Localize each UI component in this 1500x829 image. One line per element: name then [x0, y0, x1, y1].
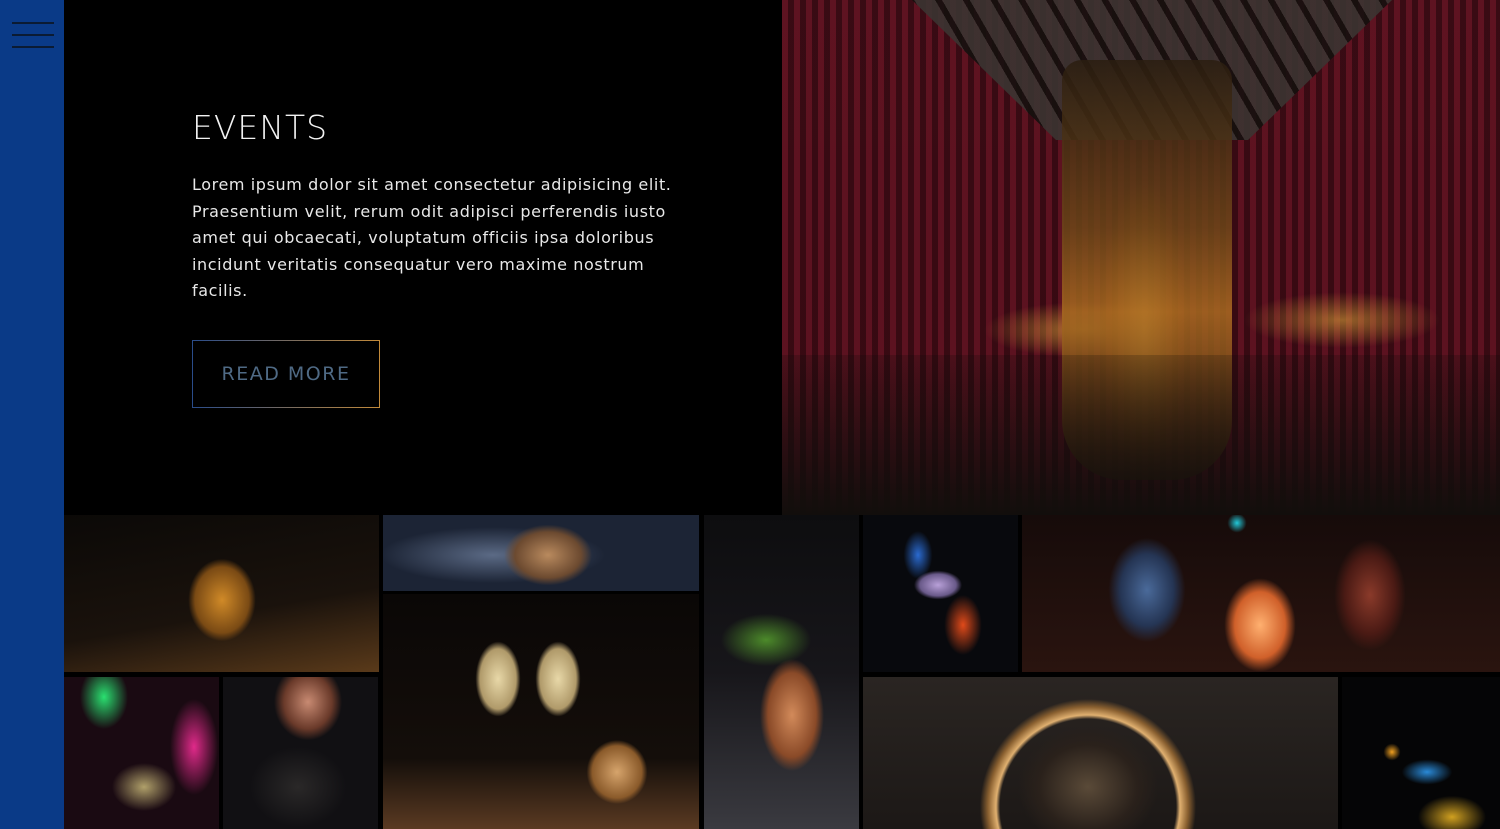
gallery-photo-glasses-and-candle[interactable] [1022, 515, 1500, 672]
gallery-photo-round-doorway[interactable] [863, 677, 1338, 829]
gallery-photo-copper-mint-julep[interactable] [704, 515, 859, 829]
menu-line [12, 46, 54, 48]
bar-interior-photo [782, 0, 1500, 515]
sidebar [0, 0, 64, 829]
events-description: Lorem ipsum dolor sit amet consectetur a… [192, 175, 672, 300]
gallery-photo-martini-glass[interactable] [863, 515, 1018, 672]
gallery-photo-blue-martini[interactable] [1342, 677, 1500, 829]
menu-line [12, 22, 54, 24]
gallery-photo-coupe-cocktails[interactable] [383, 594, 699, 829]
gallery-photo-neon-wine-glasses[interactable] [64, 677, 219, 829]
gallery-photo-cocktail-rosemary[interactable] [64, 515, 379, 672]
events-section: EVENTS Lorem ipsum dolor sit amet consec… [64, 0, 782, 515]
hamburger-menu-icon[interactable] [12, 22, 54, 50]
gallery-photo-party-guests[interactable] [223, 677, 378, 829]
read-more-button[interactable]: READ MORE [192, 340, 380, 408]
gallery-photo-smoked-old-fashioned[interactable] [383, 515, 699, 591]
events-title: EVENTS [192, 108, 329, 147]
menu-line [12, 34, 54, 36]
bar-counter-shadow [782, 355, 1500, 515]
